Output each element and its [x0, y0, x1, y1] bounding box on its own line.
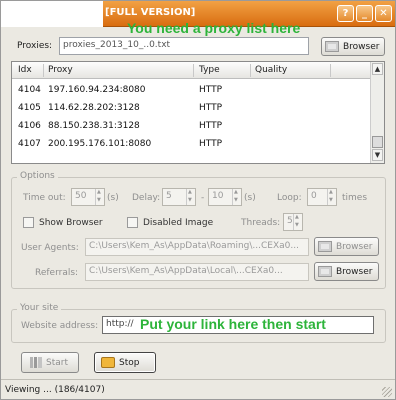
proxies-browse-button[interactable]: Browser	[321, 37, 385, 56]
column-divider	[250, 64, 251, 77]
referrals-label: Referrals:	[35, 268, 79, 278]
help-button[interactable]: ?	[337, 5, 354, 22]
window-title: [FULL VERSION]	[105, 7, 196, 18]
delay-separator: -	[201, 193, 205, 203]
threads-label: Threads:	[241, 218, 281, 228]
loop-value: 0	[311, 191, 317, 201]
scroll-up-icon[interactable]: ▲	[372, 63, 383, 75]
timeout-spinner[interactable]: 50	[71, 188, 105, 206]
cell-proxy: 200.195.176.101:8080	[48, 139, 152, 149]
chart-bars-icon	[30, 357, 42, 368]
spinner-arrows-icon[interactable]	[327, 189, 336, 205]
referrals-browse-button[interactable]: Browser	[314, 262, 379, 281]
spinner-arrows-icon[interactable]	[232, 189, 241, 205]
loop-spinner[interactable]: 0	[307, 188, 337, 206]
col-type[interactable]: Type	[199, 65, 220, 75]
site-group-title: Your site	[17, 303, 62, 313]
delay-unit: (s)	[244, 193, 256, 203]
table-row[interactable]: 4107 200.195.176.101:8080 HTTP	[12, 136, 371, 154]
threads-value: 5	[287, 216, 293, 226]
spinner-arrows-icon[interactable]	[293, 214, 302, 230]
table-scrollbar[interactable]: ▲ ▼	[370, 62, 384, 163]
title-redaction	[1, 1, 103, 27]
cell-proxy: 88.150.238.31:3128	[48, 121, 140, 131]
proxy-hint-annotation: You need a proxy list here	[127, 20, 301, 36]
cell-idx: 4106	[18, 121, 41, 131]
folder-icon	[318, 241, 332, 252]
referrals-browse-label: Browser	[336, 266, 373, 277]
scroll-down-icon[interactable]: ▼	[372, 149, 383, 161]
proxy-table[interactable]: Idx Proxy Type Quality 4104 197.160.94.2…	[11, 61, 385, 164]
start-button[interactable]: Start	[21, 352, 79, 373]
loop-unit: times	[342, 193, 368, 203]
user-agents-browse-label: Browser	[336, 241, 373, 252]
start-label: Start	[46, 357, 68, 368]
referrals-input[interactable]: C:\Users\Kem_As\AppData\Local\...CEXa0..…	[85, 263, 309, 281]
table-row[interactable]: 4105 114.62.28.202:3128 HTTP	[12, 100, 371, 118]
cell-type: HTTP	[199, 85, 223, 95]
user-agents-input[interactable]: C:\Users\Kem_As\AppData\Roaming\...CEXa0…	[85, 238, 309, 256]
user-agents-browse-button[interactable]: Browser	[314, 237, 379, 256]
stop-label: Stop	[119, 357, 140, 368]
delay-from-spinner[interactable]: 5	[162, 188, 196, 206]
column-divider	[43, 64, 44, 77]
resize-grip-icon[interactable]	[382, 387, 392, 397]
cell-idx: 4107	[18, 139, 41, 149]
col-proxy[interactable]: Proxy	[48, 65, 73, 75]
link-hint-annotation: Put your link here then start	[140, 316, 326, 332]
options-group-title: Options	[17, 171, 58, 181]
delay-to-spinner[interactable]: 10	[208, 188, 242, 206]
loop-label: Loop:	[277, 193, 302, 203]
spinner-arrows-icon[interactable]	[95, 189, 104, 205]
stop-button[interactable]: Stop	[94, 352, 156, 373]
close-button[interactable]: ✕	[375, 5, 392, 22]
cell-type: HTTP	[199, 121, 223, 131]
column-divider	[193, 64, 194, 77]
timeout-label: Time out:	[23, 193, 66, 203]
stop-icon	[101, 357, 115, 368]
minimize-button[interactable]: _	[356, 5, 373, 22]
timeout-unit: (s)	[107, 193, 119, 203]
col-idx[interactable]: Idx	[18, 65, 32, 75]
cell-type: HTTP	[199, 139, 223, 149]
cell-idx: 4105	[18, 103, 41, 113]
spinner-arrows-icon[interactable]	[186, 189, 195, 205]
cell-proxy: 114.62.28.202:3128	[48, 103, 140, 113]
proxies-browse-label: Browser	[343, 41, 380, 52]
status-bar: Viewing ... (186/4107)	[1, 379, 395, 399]
timeout-value: 50	[75, 191, 87, 201]
cell-proxy: 197.160.94.234:8080	[48, 85, 146, 95]
folder-icon	[325, 41, 339, 52]
threads-spinner[interactable]: 5	[283, 213, 303, 231]
column-divider	[330, 64, 331, 77]
app-window: [FULL VERSION] ? _ ✕ You need a proxy li…	[0, 0, 396, 400]
table-row[interactable]: 4106 88.150.238.31:3128 HTTP	[12, 118, 371, 136]
user-agents-label: User Agents:	[21, 243, 79, 253]
show-browser-label: Show Browser	[39, 218, 103, 228]
show-browser-checkbox[interactable]	[23, 217, 34, 228]
table-row[interactable]: 4104 197.160.94.234:8080 HTTP	[12, 82, 371, 100]
delay-to-value: 10	[212, 191, 224, 201]
website-address-label: Website address:	[21, 321, 99, 331]
status-text: Viewing ... (186/4107)	[5, 385, 105, 395]
folder-icon	[318, 266, 332, 277]
proxies-file-input[interactable]: proxies_2013_10_..0.txt	[59, 37, 309, 55]
cell-idx: 4104	[18, 85, 41, 95]
disabled-image-checkbox[interactable]	[127, 217, 138, 228]
table-header: Idx Proxy Type Quality	[12, 62, 371, 79]
proxies-label: Proxies:	[17, 41, 53, 51]
col-quality[interactable]: Quality	[255, 65, 287, 75]
delay-label: Delay:	[132, 193, 161, 203]
disabled-image-label: Disabled Image	[143, 218, 214, 228]
scroll-thumb[interactable]	[372, 136, 383, 148]
cell-type: HTTP	[199, 103, 223, 113]
delay-from-value: 5	[166, 191, 172, 201]
